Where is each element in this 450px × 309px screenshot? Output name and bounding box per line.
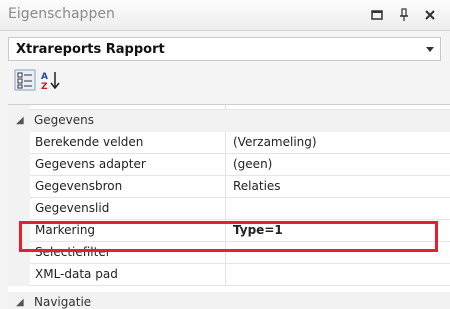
property-value[interactable]: (geen) [226, 154, 450, 176]
property-row[interactable]: Gegevenslid [8, 198, 450, 220]
property-value[interactable] [226, 198, 450, 220]
collapse-arrow-icon[interactable]: ◢ [16, 295, 24, 309]
property-row[interactable]: XML-data pad [8, 264, 450, 286]
toolbar: A Z [8, 63, 441, 101]
category-navigatie[interactable]: ◢ Navigatie [8, 292, 450, 309]
object-selector-dropdown[interactable]: Xtrareports Rapport [8, 37, 441, 61]
property-row[interactable]: Selectiefilter [8, 242, 450, 264]
property-name: Selectiefilter [30, 242, 226, 264]
close-icon[interactable] [422, 7, 438, 23]
collapse-arrow-icon[interactable]: ◢ [16, 113, 24, 129]
alphabetical-sort-icon[interactable]: A Z [40, 69, 62, 92]
property-name: Gegevensbron [30, 176, 226, 198]
property-name: Gegevenslid [30, 198, 226, 220]
property-value[interactable]: Relaties [226, 176, 450, 198]
property-name: Markering [30, 220, 226, 242]
property-value[interactable] [226, 242, 450, 264]
property-name: Berekende velden [30, 132, 226, 154]
panel-title: Eigenschappen [8, 6, 115, 22]
property-name: XML-data pad [30, 264, 226, 286]
panel-header: Eigenschappen [0, 0, 450, 31]
chevron-down-icon [426, 47, 434, 52]
property-value[interactable]: Type=1 [226, 220, 450, 242]
property-grid: ◢ Gegevens Berekende velden (Verzameling… [8, 104, 450, 309]
svg-text:A: A [41, 72, 48, 82]
property-row[interactable]: Gegevensbron Relaties [8, 176, 450, 198]
property-value[interactable]: (Verzameling) [226, 132, 450, 154]
property-row-markering[interactable]: Markering Type=1 [8, 220, 450, 242]
svg-text:Z: Z [41, 82, 48, 91]
category-label: Navigatie [34, 295, 92, 309]
category-gegevens[interactable]: ◢ Gegevens [8, 110, 450, 132]
property-row[interactable]: Gegevens adapter (geen) [8, 154, 450, 176]
selector-label: Xtrareports Rapport [16, 42, 165, 57]
category-label: Gegevens [34, 113, 95, 127]
property-row[interactable]: Berekende velden (Verzameling) [8, 132, 450, 154]
pin-icon[interactable] [396, 7, 412, 23]
property-name: Gegevens adapter [30, 154, 226, 176]
categorized-icon[interactable] [14, 69, 36, 91]
maximize-icon[interactable] [369, 7, 385, 23]
property-value[interactable] [226, 264, 450, 286]
